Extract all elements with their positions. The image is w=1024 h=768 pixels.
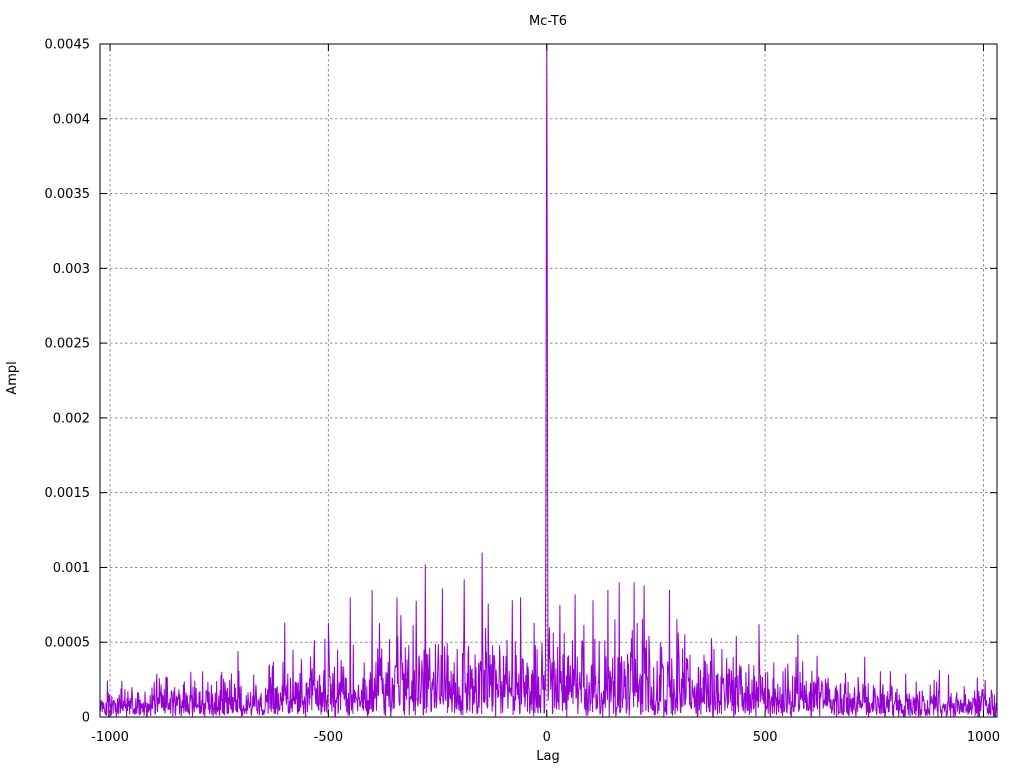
- y-tick-label: 0: [82, 711, 90, 726]
- data-series: [99, 43, 998, 719]
- plot-border: [99, 43, 998, 718]
- chart-canvas: Mc-T6 Ampl Lag -1000 -500 0 500 1000 0 0.0005…: [5, 14, 1000, 764]
- x-tick-label: -1000: [91, 730, 129, 745]
- x-tick-label: -500: [314, 730, 344, 745]
- y-tick-label: 0.004: [53, 112, 90, 127]
- y-tick-label: 0.0035: [45, 187, 91, 202]
- chart-figure: Mc-T6 Ampl Lag -1000 -500 0 500 1000 0 0.0005…: [0, 0, 1024, 768]
- tick-marks: [100, 43, 997, 718]
- x-tick-labels: -1000 -500 0 500 1000: [91, 730, 1000, 745]
- y-tick-label: 0.0045: [45, 38, 91, 53]
- x-tick-label: 500: [753, 730, 778, 745]
- y-tick-labels: 0 0.0005 0.001 0.0015 0.002 0.0025 0.003 0.0035…: [45, 38, 91, 726]
- y-tick-label: 0.001: [53, 561, 90, 576]
- y-axis-label: Ampl: [5, 361, 20, 394]
- y-tick-label: 0.0005: [45, 636, 91, 651]
- x-axis-label: Lag: [536, 749, 559, 764]
- y-tick-label: 0.0025: [45, 337, 91, 352]
- plot-border-rect: [99, 43, 998, 718]
- chart-title: Mc-T6: [529, 14, 567, 29]
- y-tick-label: 0.003: [53, 262, 90, 277]
- y-tick-label: 0.0015: [45, 486, 91, 501]
- x-tick-label: 0: [543, 730, 551, 745]
- y-tick-label: 0.002: [53, 411, 90, 426]
- x-tick-label: 1000: [967, 730, 1000, 745]
- grid-lines: [100, 44, 997, 717]
- series-line: [99, 43, 998, 719]
